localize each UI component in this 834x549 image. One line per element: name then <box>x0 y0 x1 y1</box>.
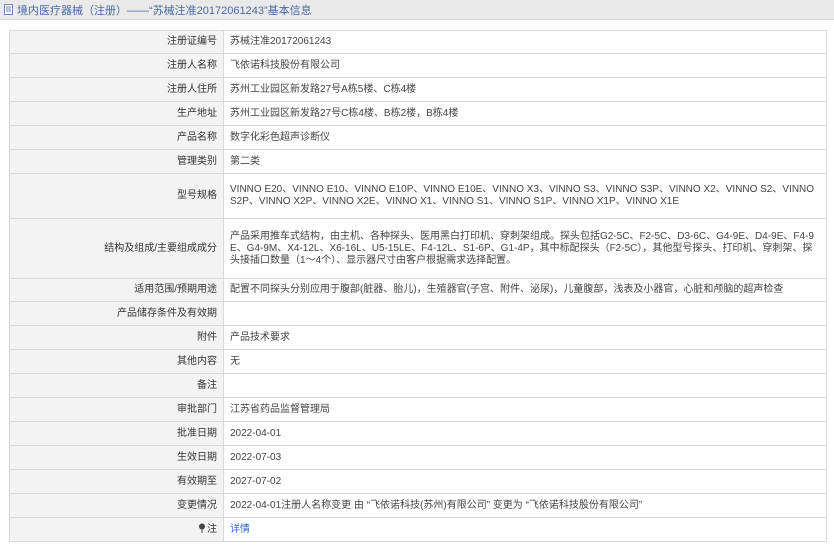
row-value: VINNO E20、VINNO E10、VINNO E10P、VINNO E10… <box>223 173 827 219</box>
table-row-approval-department: 审批部门 江苏省药品监督管理局 <box>9 397 827 422</box>
row-value: 苏械注准20172061243 <box>223 30 827 54</box>
row-label: 注册证编号 <box>9 30 224 54</box>
row-value: 产品技术要求 <box>223 325 827 350</box>
table-row-change-history: 变更情况 2022-04-01注册人名称变更 由 “飞依诺科技(苏州)有限公司”… <box>9 493 827 518</box>
pin-icon <box>198 523 206 533</box>
row-value: 数字化彩色超声诊断仪 <box>223 125 827 150</box>
detail-panel: 注册证编号 苏械注准20172061243 注册人名称 飞依诺科技股份有限公司 … <box>9 30 827 542</box>
page-header: 境内医疗器械（注册）——“苏械注准20172061243”基本信息 <box>0 0 834 20</box>
table-row-intended-use: 适用范围/预期用途 配置不同探头分别应用于腹部(脏器、胎儿)，生殖器官(子宫、附… <box>9 278 827 302</box>
row-label: 适用范围/预期用途 <box>9 278 224 302</box>
row-value: 2022-07-03 <box>223 445 827 470</box>
row-label: 注 <box>9 517 224 542</box>
row-label: 审批部门 <box>9 397 224 422</box>
table-row-valid-until: 有效期至 2027-07-02 <box>9 469 827 494</box>
row-value: 产品采用推车式结构，由主机、各种探头、医用黑白打印机、穿刺架组成。探头包括G2-… <box>223 218 827 279</box>
table-row-structure-composition: 结构及组成/主要组成成分 产品采用推车式结构，由主机、各种探头、医用黑白打印机、… <box>9 218 827 279</box>
table-row-effective-date: 生效日期 2022-07-03 <box>9 445 827 470</box>
table-row-storage-conditions: 产品储存条件及有效期 <box>9 301 827 326</box>
row-value <box>223 373 827 398</box>
table-row-product-name: 产品名称 数字化彩色超声诊断仪 <box>9 125 827 150</box>
table-row-attachment: 附件 产品技术要求 <box>9 325 827 350</box>
table-row-remarks: 备注 <box>9 373 827 398</box>
row-label: 批准日期 <box>9 421 224 446</box>
detail-table: 注册证编号 苏械注准20172061243 注册人名称 飞依诺科技股份有限公司 … <box>9 30 827 542</box>
row-label: 生效日期 <box>9 445 224 470</box>
page-title: 境内医疗器械（注册）——“苏械注准20172061243”基本信息 <box>17 4 312 17</box>
table-row-registrant-address: 注册人住所 苏州工业园区新发路27号A栋5楼、C栋4楼 <box>9 77 827 102</box>
note-label: 注 <box>207 524 217 535</box>
row-label: 产品名称 <box>9 125 224 150</box>
row-value: 飞依诺科技股份有限公司 <box>223 53 827 78</box>
row-value: 苏州工业园区新发路27号C栋4楼、B栋2楼，B栋4楼 <box>223 101 827 126</box>
row-label: 结构及组成/主要组成成分 <box>9 218 224 279</box>
row-value: 江苏省药品监督管理局 <box>223 397 827 422</box>
row-label: 变更情况 <box>9 493 224 518</box>
row-label: 其他内容 <box>9 349 224 374</box>
table-row-production-address: 生产地址 苏州工业园区新发路27号C栋4楼、B栋2楼，B栋4楼 <box>9 101 827 126</box>
row-label: 附件 <box>9 325 224 350</box>
table-row-management-category: 管理类别 第二类 <box>9 149 827 174</box>
table-row-approval-date: 批准日期 2022-04-01 <box>9 421 827 446</box>
row-value: 详情 <box>223 517 827 542</box>
row-value: 第二类 <box>223 149 827 174</box>
row-value <box>223 301 827 326</box>
table-row-model-spec: 型号规格 VINNO E20、VINNO E10、VINNO E10P、VINN… <box>9 173 827 219</box>
document-icon <box>4 4 14 15</box>
table-row-note: 注 详情 <box>9 517 827 542</box>
row-label: 备注 <box>9 373 224 398</box>
row-value: 2027-07-02 <box>223 469 827 494</box>
row-value: 2022-04-01注册人名称变更 由 “飞依诺科技(苏州)有限公司” 变更为 … <box>223 493 827 518</box>
row-value: 2022-04-01 <box>223 421 827 446</box>
row-label: 管理类别 <box>9 149 224 174</box>
table-row-registration-number: 注册证编号 苏械注准20172061243 <box>9 30 827 54</box>
row-label: 有效期至 <box>9 469 224 494</box>
row-value: 苏州工业园区新发路27号A栋5楼、C栋4楼 <box>223 77 827 102</box>
row-label: 生产地址 <box>9 101 224 126</box>
row-value: 配置不同探头分别应用于腹部(脏器、胎儿)，生殖器官(子宫、附件、泌尿)，儿童腹部… <box>223 278 827 302</box>
row-label: 型号规格 <box>9 173 224 219</box>
row-label: 注册人名称 <box>9 53 224 78</box>
table-row-other-content: 其他内容 无 <box>9 349 827 374</box>
row-label: 产品储存条件及有效期 <box>9 301 224 326</box>
details-link[interactable]: 详情 <box>230 524 250 535</box>
table-row-registrant-name: 注册人名称 飞依诺科技股份有限公司 <box>9 53 827 78</box>
row-value: 无 <box>223 349 827 374</box>
row-label: 注册人住所 <box>9 77 224 102</box>
